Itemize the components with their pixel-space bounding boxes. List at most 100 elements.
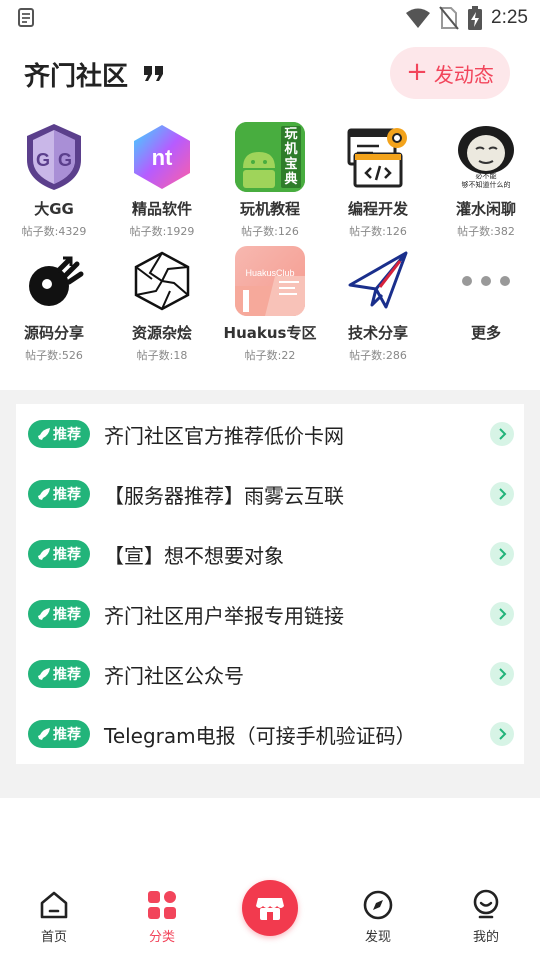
quote-icon <box>144 66 163 81</box>
svg-text:nt: nt <box>152 145 173 170</box>
recommend-badge: 推荐 <box>28 660 90 688</box>
category-label: Huakus专区 <box>223 324 317 342</box>
recommend-badge-label: 推荐 <box>53 607 81 623</box>
page-title: 齐门社区 <box>24 62 129 92</box>
category-label: 灌水闲聊 <box>455 200 516 218</box>
chevron-right-icon <box>490 602 514 626</box>
android-icon-text: 玩 机 宝 典 <box>283 127 299 187</box>
meme-caption-line: 够不知道什么的 <box>461 181 511 189</box>
recommend-badge: 推荐 <box>28 600 90 628</box>
category-label: 玩机教程 <box>239 200 300 218</box>
nav-label: 发现 <box>364 930 391 945</box>
recommend-item[interactable]: 推荐 【宣】想不想要对象 <box>16 524 524 584</box>
battery-charging-icon <box>468 6 483 30</box>
rocket-icon <box>38 668 50 680</box>
recommend-title: 齐门社区用户举报专用链接 <box>104 603 344 628</box>
recommend-item[interactable]: 推荐 Telegram电报（可接手机验证码） <box>16 704 524 764</box>
code-window-icon <box>343 122 413 192</box>
category-item-resources[interactable]: 资源杂烩 帖子数:18 <box>108 246 216 370</box>
recommend-item[interactable]: 推荐 齐门社区用户举报专用链接 <box>16 584 524 644</box>
chevron-right-icon <box>490 722 514 746</box>
nt-hexagon-icon: nt <box>127 122 197 192</box>
meme-caption: 必不能 够不知道什么的 <box>451 172 521 190</box>
more-dots-icon <box>451 246 521 316</box>
category-item-more[interactable]: 更多 <box>432 246 540 370</box>
category-grid: G G 大GG 帖子数:4329 nt 精品软件 帖子数:1929 玩 机 宝 … <box>0 122 540 370</box>
home-icon <box>37 888 71 922</box>
svg-text:G: G <box>36 150 50 170</box>
plus-icon: + <box>406 57 428 87</box>
category-count: 帖子数:18 <box>136 349 188 362</box>
recommend-title: 齐门社区官方推荐低价卡网 <box>104 423 344 448</box>
wifi-icon <box>406 8 431 28</box>
category-item-source[interactable]: 源码分享 帖子数:526 <box>0 246 108 370</box>
huakus-icon-text: HuakusClub <box>245 268 295 278</box>
post-dynamic-button[interactable]: + 发动态 <box>390 47 510 99</box>
recommend-title: Telegram电报（可接手机验证码） <box>104 723 416 748</box>
nav-discover[interactable]: 发现 <box>324 872 432 960</box>
no-sim-icon <box>439 6 459 30</box>
recommend-badge: 推荐 <box>28 720 90 748</box>
recommend-badge-label: 推荐 <box>53 667 81 683</box>
recommend-badge-label: 推荐 <box>53 547 81 563</box>
category-item-dagg[interactable]: G G 大GG 帖子数:4329 <box>0 122 108 246</box>
rocket-icon <box>38 608 50 620</box>
chevron-right-icon <box>490 482 514 506</box>
paper-plane-icon <box>343 246 413 316</box>
rocket-icon <box>38 548 50 560</box>
category-item-chat[interactable]: 必不能 够不知道什么的 灌水闲聊 帖子数:382 <box>432 122 540 246</box>
notes-icon <box>18 8 34 27</box>
icon-char: 宝 <box>284 157 298 172</box>
nav-label: 我的 <box>472 930 499 945</box>
svg-text:G: G <box>58 150 72 170</box>
status-bar: 2:25 <box>0 0 540 36</box>
nav-home[interactable]: 首页 <box>0 872 108 960</box>
category-label: 大GG <box>34 200 74 218</box>
category-item-software[interactable]: nt 精品软件 帖子数:1929 <box>108 122 216 246</box>
profile-icon <box>469 888 503 922</box>
category-count: 帖子数:4329 <box>21 225 87 238</box>
meme-caption-line: 必不能 <box>475 172 497 180</box>
nav-profile[interactable]: 我的 <box>432 872 540 960</box>
category-item-tech[interactable]: 技术分享 帖子数:286 <box>324 246 432 370</box>
gg-shield-icon: G G <box>19 122 89 192</box>
category-count: 帖子数:382 <box>457 225 515 238</box>
recommend-list: 推荐 齐门社区官方推荐低价卡网 推荐 【服务器推荐】雨雾云互联 推荐 【宣】想不… <box>16 404 524 764</box>
category-item-programming[interactable]: 编程开发 帖子数:126 <box>324 122 432 246</box>
category-grid-icon <box>145 888 179 922</box>
icon-char: 典 <box>284 172 298 187</box>
rocket-icon <box>38 488 50 500</box>
recommend-badge: 推荐 <box>28 420 90 448</box>
compass-icon <box>361 888 395 922</box>
recommend-item[interactable]: 推荐 齐门社区公众号 <box>16 644 524 704</box>
recommend-badge-label: 推荐 <box>53 727 81 743</box>
rocket-icon <box>38 728 50 740</box>
nav-label: 分类 <box>148 930 175 945</box>
nav-store[interactable] <box>216 872 324 960</box>
category-count: 帖子数:526 <box>25 349 83 362</box>
status-time: 2:25 <box>491 7 528 28</box>
category-row: G G 大GG 帖子数:4329 nt 精品软件 帖子数:1929 玩 机 宝 … <box>0 122 540 246</box>
category-label: 精品软件 <box>131 200 192 218</box>
recommend-badge-label: 推荐 <box>53 487 81 503</box>
recommend-title: 齐门社区公众号 <box>104 663 244 688</box>
status-right: 2:25 <box>405 5 528 31</box>
category-item-huakus[interactable]: HuakusClub Huakus专区 帖子数:22 <box>216 246 324 370</box>
category-item-tutorial[interactable]: 玩 机 宝 典 玩机教程 帖子数:126 <box>216 122 324 246</box>
recommend-item[interactable]: 推荐 【服务器推荐】雨雾云互联 <box>16 464 524 524</box>
icon-char: 机 <box>284 142 298 157</box>
category-count: 帖子数:286 <box>349 349 407 362</box>
recommend-title: 【服务器推荐】雨雾云互联 <box>104 483 344 508</box>
recommend-item[interactable]: 推荐 齐门社区官方推荐低价卡网 <box>16 404 524 464</box>
icon-char: 玩 <box>284 127 298 142</box>
meme-face-icon: 必不能 够不知道什么的 <box>451 122 521 192</box>
recommend-badge: 推荐 <box>28 480 90 508</box>
nav-category[interactable]: 分类 <box>108 872 216 960</box>
store-icon <box>242 880 298 936</box>
chevron-right-icon <box>490 542 514 566</box>
hexagon-cube-icon <box>127 246 197 316</box>
category-count: 帖子数:126 <box>241 225 299 238</box>
recommend-badge: 推荐 <box>28 540 90 568</box>
chevron-right-icon <box>490 422 514 446</box>
category-count: 帖子数:22 <box>244 349 296 362</box>
